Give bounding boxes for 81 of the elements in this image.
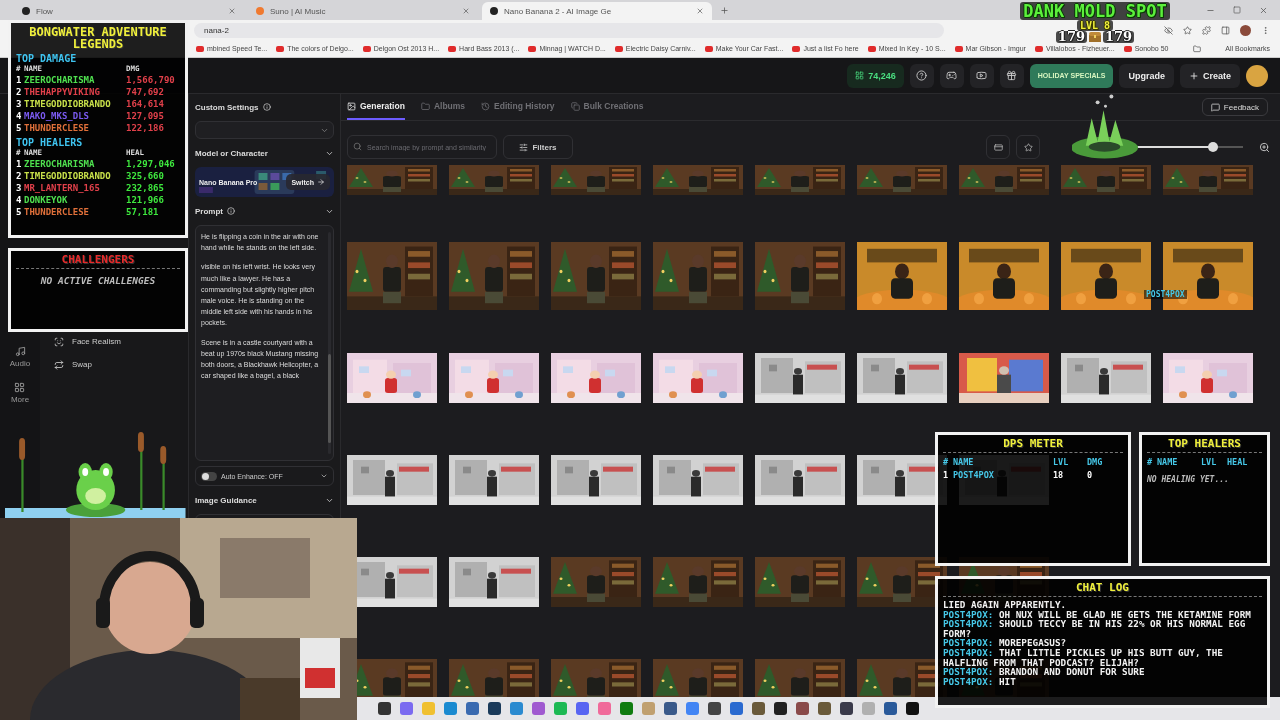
browser-tab[interactable]: Flow (14, 2, 244, 20)
panel-title: CHALLENGERS (60, 254, 136, 265)
level-text: LVL 8 (1076, 20, 1114, 31)
tab[interactable]: Generation (347, 94, 405, 120)
rank-text: 1 (16, 74, 23, 86)
chat-message: POST4POX: THAT LITTLE PICKLES UP HIS BUTT GUY, THE HALFLING FROM THAT PODCAST? ELIJAH? (943, 647, 1224, 668)
chat-message: POST4POX: HIT (943, 676, 1017, 687)
score-text: 121,966 (126, 194, 165, 206)
chat-message: POST4POX: SHOULD TECCY BE IN HIS 22% OR HIS NORMAL EGG FORM? (943, 619, 1247, 639)
player-name: THUNDERCLESE (24, 206, 91, 218)
column-header: # (943, 456, 950, 469)
score-text: 325,660 (126, 170, 165, 182)
score-text: 232,865 (126, 182, 165, 194)
credits-badge[interactable]: 74,246 (847, 63, 904, 88)
section-title: Image Guidance (195, 495, 257, 505)
score-text: 0 (1087, 469, 1094, 482)
section-title: Model or Character (195, 148, 268, 158)
menu-item[interactable]: Face Realism (48, 332, 180, 351)
rank-text: 1 (16, 158, 23, 170)
player-name: MAKO_MKS_DLS (24, 110, 91, 122)
player-name: THEHAPPYVIKING (24, 86, 101, 98)
upgrade-button[interactable]: Upgrade (1119, 63, 1174, 88)
nav-item[interactable]: Audio (9, 346, 31, 368)
chat-message: LIED AGAIN APPARENTLY. (943, 600, 1068, 610)
player-name: ZEEROCHARISMA (24, 158, 96, 170)
rank-text: 2 (16, 86, 23, 98)
score-text: 127,095 (126, 110, 165, 122)
column-header: HEAL (1227, 456, 1249, 469)
panel-title: TOP HEALERS (1167, 438, 1242, 449)
rank-text: 5 (16, 206, 23, 218)
rank-text: 5 (16, 122, 23, 134)
rank-text: 1 (943, 469, 950, 482)
filters-button[interactable]: Filters (503, 135, 573, 159)
leaderboard-title: BONGWATER ADVENTURE LEGENDS (28, 26, 168, 50)
column-header: LVL (1201, 456, 1218, 469)
panel-title: DPS METER (1002, 438, 1064, 449)
nav-item[interactable]: More (10, 382, 30, 404)
player-name: ZEEROCHARISMA (24, 74, 96, 86)
player-name: DONKEYOK (24, 194, 69, 206)
score-text: 122,186 (126, 122, 165, 134)
hp-text: 179 (1055, 31, 1087, 43)
score-text: 57,181 (126, 206, 160, 218)
section-title: Prompt (195, 206, 223, 216)
chat-message: POST4POX: BRANDON AND DONUT FOR SURE (943, 667, 1146, 677)
player-name: TIMEGODDIOBRANDO (24, 98, 112, 110)
section-title: TOP HEALERS (16, 137, 84, 148)
panel-title: CHAT LOG (1075, 582, 1130, 593)
create-button[interactable]: Create (1180, 63, 1240, 88)
browser-tab[interactable]: Nano Banana 2 - AI Image Ge (482, 2, 712, 20)
column-header: LVL (1053, 456, 1070, 469)
player-name: THUNDERCLESE (24, 122, 91, 134)
chat-message: POST4POX: OH NUX WILL BE GLAD HE GETS THE KETAMINE FORM (943, 609, 1252, 620)
feedback-button[interactable]: Feedback (1201, 98, 1268, 116)
level-text: 18 (1053, 469, 1065, 482)
rank-text: 3 (16, 182, 23, 194)
rank-text: 2 (16, 170, 23, 182)
score-text: 1,566,790 (126, 74, 176, 86)
rank-text: 3 (16, 98, 23, 110)
rank-text: 4 (16, 194, 23, 206)
boss-name: DANK MOLD SPOT (1020, 2, 1170, 20)
section-title: TOP DAMAGE (16, 53, 78, 64)
rank-text: 4 (16, 110, 23, 122)
menu-item[interactable]: Swap (48, 355, 180, 374)
section-title: Custom Settings (195, 102, 259, 112)
chat-message: POST4POX: MOREPEGASUS? (943, 638, 1068, 648)
empty-message: NO HEALING YET... (1147, 475, 1230, 484)
column-header: NAME (1157, 456, 1179, 469)
player-name: POST4POX (953, 469, 995, 482)
address-field[interactable]: nana-2 (194, 22, 944, 38)
player-name: POST4POX (1144, 290, 1187, 299)
score-text: 164,614 (126, 98, 165, 110)
column-header: NAME (953, 456, 975, 469)
column-header: # (1147, 456, 1154, 469)
empty-message: NO ACTIVE CHALLENGES (39, 275, 157, 286)
score-text: 1,297,046 (126, 158, 176, 170)
hp-text: 179 (1103, 31, 1135, 43)
player-name: TIMEGODDIOBRANDO (24, 170, 112, 182)
score-text: 747,692 (126, 86, 165, 98)
column-header: DMG (1087, 456, 1104, 469)
browser-tab[interactable]: Suno | AI Music (248, 2, 478, 20)
player-name: MR_LANTERN_165 (24, 182, 101, 194)
